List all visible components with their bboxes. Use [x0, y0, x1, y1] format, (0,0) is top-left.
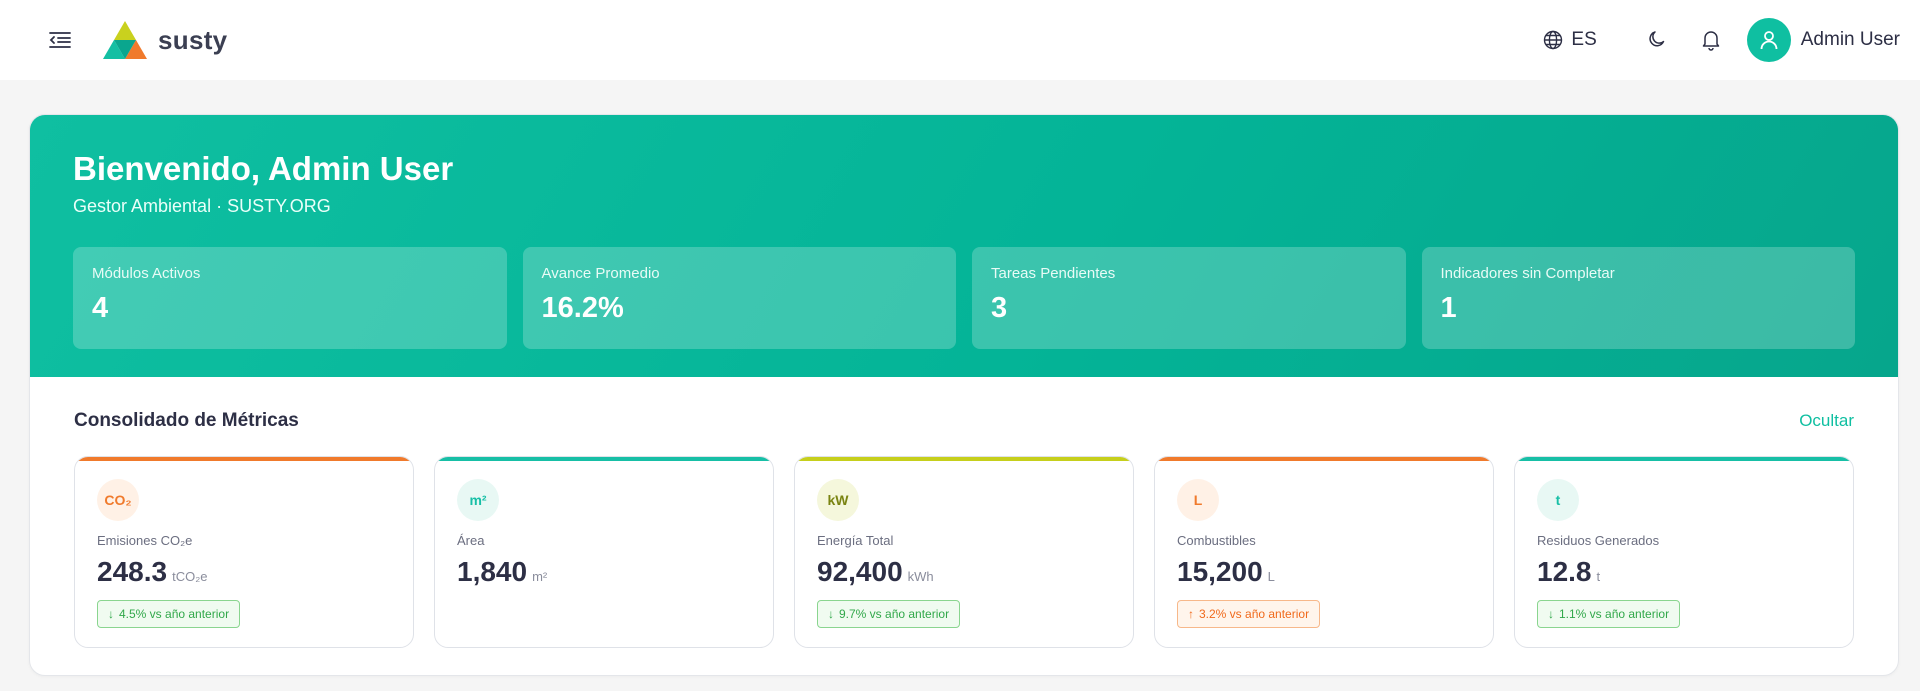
language-selector[interactable]: ES [1543, 29, 1597, 51]
moon-icon [1649, 31, 1664, 47]
stat-incomplete-indicators: Indicadores sin Completar 1 [1421, 247, 1855, 349]
co2-icon: CO₂ [97, 479, 139, 521]
metric-cards: CO₂ Emisiones CO₂e 248.3 tCO₂e ↓ 4.5% vs… [74, 456, 1854, 648]
metric-value: 1,840 [457, 556, 528, 587]
stat-value: 4 [92, 292, 109, 324]
metric-value-row: 12.8 t [1537, 556, 1831, 588]
card-accent-line [795, 457, 1133, 461]
metric-card-waste: t Residuos Generados 12.8 t ↓ 1.1% vs añ… [1514, 456, 1854, 648]
user-menu[interactable]: Admin User [1746, 18, 1900, 62]
metric-label: Residuos Generados [1537, 533, 1660, 548]
stat-label: Tareas Pendientes [991, 265, 1116, 282]
stat-pending-tasks: Tareas Pendientes 3 [972, 247, 1406, 349]
user-icon [1760, 31, 1778, 50]
metric-unit: t [1596, 569, 1601, 584]
card-accent-line [75, 457, 413, 461]
metric-label: Área [457, 533, 485, 548]
trend-text: 3.2% vs año anterior [1199, 607, 1310, 621]
dashboard-card: Bienvenido, Admin User Gestor Ambiental … [29, 114, 1899, 676]
welcome-banner: Bienvenido, Admin User Gestor Ambiental … [30, 115, 1898, 377]
menu-toggle-icon[interactable] [48, 28, 72, 52]
stat-average-progress: Avance Promedio 16.2% [522, 247, 956, 349]
welcome-subtitle: Gestor Ambiental · SUSTY.ORG [73, 196, 331, 216]
user-name: Admin User [1800, 29, 1900, 50]
avatar [1746, 18, 1791, 62]
metric-label: Combustibles [1177, 533, 1256, 548]
arrow-down-icon: ↓ [108, 607, 114, 621]
notifications-button[interactable] [1701, 29, 1723, 51]
top-bar: susty ES Admin User [0, 0, 1920, 80]
metric-unit: m² [532, 569, 548, 584]
arrow-down-icon: ↓ [1548, 607, 1554, 621]
top-bar-right: ES Admin User [1543, 18, 1900, 62]
metric-card-energy: kW Energía Total 92,400 kWh ↓ 9.7% vs añ… [794, 456, 1134, 648]
hide-metrics-link[interactable]: Ocultar [1799, 411, 1854, 431]
stat-value: 16.2% [541, 292, 624, 324]
metric-unit: L [1267, 569, 1275, 584]
arrow-up-icon: ↑ [1188, 607, 1194, 621]
card-accent-line [435, 457, 773, 461]
stat-label: Módulos Activos [92, 265, 201, 282]
theme-toggle-button[interactable] [1647, 29, 1669, 51]
energy-icon: kW [817, 479, 859, 521]
trend-text: 4.5% vs año anterior [119, 607, 230, 621]
metric-unit: kWh [907, 569, 934, 584]
arrow-down-icon: ↓ [828, 607, 834, 621]
bell-icon [1702, 31, 1719, 51]
waste-icon: t [1537, 479, 1579, 521]
metric-label: Energía Total [817, 533, 894, 548]
metric-value-row: 92,400 kWh [817, 556, 1111, 588]
metric-value: 248.3 [97, 556, 168, 587]
fuel-icon: L [1177, 479, 1219, 521]
area-icon: m² [457, 479, 499, 521]
summary-stats: Módulos Activos 4 Avance Promedio 16.2% … [73, 247, 1855, 349]
stat-value: 1 [1440, 292, 1457, 324]
metric-value: 92,400 [817, 556, 903, 587]
metric-value-row: 15,200 L [1177, 556, 1471, 588]
metric-value-row: 248.3 tCO₂e [97, 556, 391, 588]
trend-badge: ↓ 9.7% vs año anterior [817, 600, 961, 628]
stat-label: Avance Promedio [541, 265, 660, 282]
card-accent-line [1515, 457, 1853, 461]
card-accent-line [1155, 457, 1493, 461]
trend-text: 9.7% vs año anterior [839, 607, 950, 621]
trend-badge: ↑ 3.2% vs año anterior [1177, 600, 1321, 628]
metric-label: Emisiones CO₂e [97, 533, 193, 548]
welcome-title: Bienvenido, Admin User [73, 150, 454, 187]
metric-unit: tCO₂e [172, 569, 208, 584]
top-bar-left: susty [48, 20, 227, 60]
metric-card-fuels: L Combustibles 15,200 L ↑ 3.2% vs año an… [1154, 456, 1494, 648]
trend-text: 1.1% vs año anterior [1559, 607, 1670, 621]
metrics-header: Consolidado de Métricas Ocultar [74, 410, 1854, 432]
metric-value: 15,200 [1177, 556, 1263, 587]
brand-name: susty [158, 24, 228, 55]
trend-badge: ↓ 4.5% vs año anterior [97, 600, 241, 628]
stat-label: Indicadores sin Completar [1440, 265, 1615, 282]
metric-card-area: m² Área 1,840 m² [434, 456, 774, 648]
metrics-section: Consolidado de Métricas Ocultar CO₂ Emis… [30, 377, 1898, 648]
trend-badge: ↓ 1.1% vs año anterior [1537, 600, 1681, 628]
globe-icon [1544, 30, 1563, 50]
metric-value-row: 1,840 m² [457, 556, 751, 588]
metric-card-emissions: CO₂ Emisiones CO₂e 248.3 tCO₂e ↓ 4.5% vs… [74, 456, 414, 648]
language-label: ES [1571, 29, 1597, 50]
metric-value: 12.8 [1537, 556, 1592, 587]
logo-mark-icon [103, 21, 147, 59]
stat-value: 3 [991, 292, 1008, 324]
stat-active-modules: Módulos Activos 4 [73, 247, 507, 349]
metrics-title: Consolidado de Métricas [74, 410, 299, 431]
brand-logo[interactable]: susty [102, 20, 227, 60]
